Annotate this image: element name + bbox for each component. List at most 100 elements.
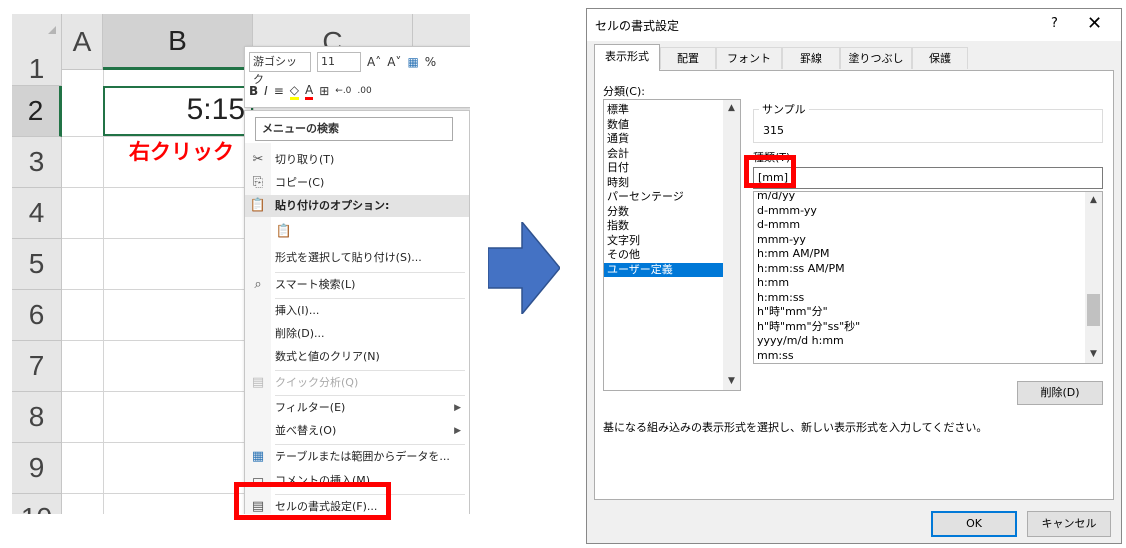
clipboard-icon: 📋 — [249, 198, 267, 213]
menu-item-label: テーブルまたは範囲からデータを... — [275, 450, 450, 463]
row-header-5[interactable]: 5 — [12, 239, 62, 290]
category-item[interactable]: 数値 — [604, 118, 740, 133]
menu-item-quick-analysis[interactable]: ▤ クイック分析(Q) — [245, 372, 469, 394]
category-item[interactable]: ユーザー定義 — [604, 262, 740, 277]
row-header-3[interactable]: 3 — [12, 137, 62, 188]
category-item[interactable]: 標準 — [604, 103, 740, 118]
menu-item-clear[interactable]: 数式と値のクリア(N) — [245, 346, 469, 368]
category-item[interactable]: その他 — [604, 248, 740, 263]
row-header-2[interactable]: 2 — [12, 86, 62, 137]
increase-font-icon[interactable]: A˄ — [367, 55, 381, 69]
row-header-8[interactable]: 8 — [12, 392, 62, 443]
close-icon[interactable]: ✕ — [1087, 13, 1102, 34]
menu-item-from-table[interactable]: ▦ テーブルまたは範囲からデータを... — [245, 446, 469, 468]
scroll-down-icon[interactable]: ▼ — [1085, 346, 1102, 363]
row-header-1[interactable]: 1 — [12, 34, 62, 86]
row-header-9[interactable]: 9 — [12, 443, 62, 494]
active-cell-b2[interactable]: 5:15 — [103, 86, 253, 136]
format-item[interactable]: m/d/yy — [754, 192, 1102, 204]
border-icon[interactable]: ⊞ — [319, 84, 329, 98]
menu-item-label: 数式と値のクリア(N) — [275, 350, 380, 363]
format-item[interactable]: mm:ss — [754, 349, 1102, 364]
category-item[interactable]: 通貨 — [604, 132, 740, 147]
quick-analysis-icon: ▤ — [251, 375, 265, 390]
menu-item-delete[interactable]: 削除(D)... — [245, 323, 469, 345]
format-item[interactable]: yyyy/m/d h:mm — [754, 334, 1102, 349]
category-item[interactable]: 指数 — [604, 219, 740, 234]
category-scrollbar[interactable]: ▲ ▼ — [723, 100, 740, 390]
right-click-annotation: 右クリック — [129, 140, 234, 164]
description-text: 基になる組み込みの表示形式を選択し、新しい表示形式を入力してください。 — [603, 421, 988, 434]
format-item[interactable]: h"時"mm"分" — [754, 305, 1102, 320]
menu-separator — [275, 298, 465, 299]
menu-item-sort[interactable]: 並べ替え(O) ▶ — [245, 420, 469, 442]
scroll-thumb[interactable] — [1087, 294, 1100, 326]
category-item[interactable]: 時刻 — [604, 176, 740, 191]
category-item[interactable]: 文字列 — [604, 234, 740, 249]
category-item[interactable]: パーセンテージ — [604, 190, 740, 205]
ok-button[interactable]: OK — [931, 511, 1017, 537]
format-item[interactable]: h:mm:ss AM/PM — [754, 262, 1102, 277]
format-item[interactable]: h"時"mm"分"ss"秒" — [754, 320, 1102, 335]
italic-icon[interactable]: I — [264, 84, 268, 98]
menu-item-label: スマート検索(L) — [275, 278, 356, 291]
format-item[interactable]: d-mmm — [754, 218, 1102, 233]
format-item[interactable]: d-mmm-yy — [754, 204, 1102, 219]
menu-item-filter[interactable]: フィルター(E) ▶ — [245, 397, 469, 419]
menu-item-paste-special[interactable]: 形式を選択して貼り付け(S)... — [245, 247, 469, 269]
fill-color-icon[interactable]: ◇ — [289, 83, 299, 100]
paste-button[interactable]: 📋 — [245, 219, 469, 245]
tab-font[interactable]: フォント — [716, 47, 782, 69]
menu-item-cut[interactable]: ✂ 切り取り(T) — [245, 149, 469, 171]
scroll-up-icon[interactable]: ▲ — [1085, 192, 1102, 209]
row-header-7[interactable]: 7 — [12, 341, 62, 392]
menu-item-label: 挿入(I)... — [275, 304, 320, 317]
percent-style-button[interactable]: % — [425, 55, 436, 69]
tab-fill[interactable]: 塗りつぶし — [840, 47, 912, 69]
decrease-font-icon[interactable]: A˅ — [387, 55, 401, 69]
type-input[interactable]: [mm] — [753, 167, 1103, 189]
decrease-decimal-icon[interactable]: .00 — [357, 86, 371, 96]
menu-search-input[interactable]: メニューの検索 — [255, 117, 453, 141]
menu-item-label: フィルター(E) — [275, 401, 346, 414]
category-list[interactable]: 標準 数値 通貨 会計 日付 時刻 パーセンテージ 分数 指数 文字列 その他 ユーザー定義 ▲ ▼ — [603, 99, 741, 391]
help-button[interactable]: ? — [1051, 16, 1058, 31]
format-item[interactable]: h:mm AM/PM — [754, 247, 1102, 262]
delete-format-button[interactable]: 削除(D) — [1017, 381, 1103, 405]
row-header-6[interactable]: 6 — [12, 290, 62, 341]
format-item[interactable]: h:mm:ss — [754, 291, 1102, 306]
format-item[interactable]: mmm-yy — [754, 233, 1102, 248]
menu-item-copy[interactable]: ⎘ コピー(C) — [245, 172, 469, 194]
sample-value: 315 — [763, 124, 784, 137]
menu-separator — [275, 370, 465, 371]
category-item[interactable]: 会計 — [604, 147, 740, 162]
tab-protection[interactable]: 保護 — [912, 47, 968, 69]
column-header-b[interactable]: B — [103, 14, 253, 70]
sample-label: サンプル — [759, 101, 809, 117]
menu-item-insert[interactable]: 挿入(I)... — [245, 300, 469, 322]
tab-number[interactable]: 表示形式 — [594, 44, 660, 71]
cancel-button[interactable]: キャンセル — [1027, 511, 1111, 537]
increase-decimal-icon[interactable]: ←.0 — [335, 86, 351, 96]
row-header-10[interactable]: 10 — [12, 494, 62, 514]
row-header-4[interactable]: 4 — [12, 188, 62, 239]
scroll-up-icon[interactable]: ▲ — [723, 100, 740, 117]
tab-border[interactable]: 罫線 — [782, 47, 840, 69]
scroll-down-icon[interactable]: ▼ — [723, 373, 740, 390]
font-name-box[interactable]: 游ゴシック — [249, 52, 311, 86]
menu-separator — [275, 272, 465, 273]
column-header-a[interactable]: A — [62, 14, 103, 70]
tab-alignment[interactable]: 配置 — [660, 47, 716, 69]
align-icon[interactable]: ≡ — [274, 84, 284, 98]
grid-line — [103, 70, 104, 514]
number-format-icon[interactable]: ▦ — [407, 55, 418, 69]
font-size-box[interactable]: 11 — [317, 52, 361, 72]
bold-icon[interactable]: B — [249, 84, 258, 98]
format-scrollbar[interactable]: ▲ ▼ — [1085, 192, 1102, 363]
category-item[interactable]: 分数 — [604, 205, 740, 220]
category-item[interactable]: 日付 — [604, 161, 740, 176]
format-list[interactable]: m/d/yy d-mmm-yy d-mmm mmm-yy h:mm AM/PM h:mm:… — [753, 191, 1103, 364]
menu-item-smart-lookup[interactable]: ⌕ スマート検索(L) — [245, 274, 469, 296]
font-color-icon[interactable]: A — [305, 83, 314, 100]
format-item[interactable]: h:mm — [754, 276, 1102, 291]
